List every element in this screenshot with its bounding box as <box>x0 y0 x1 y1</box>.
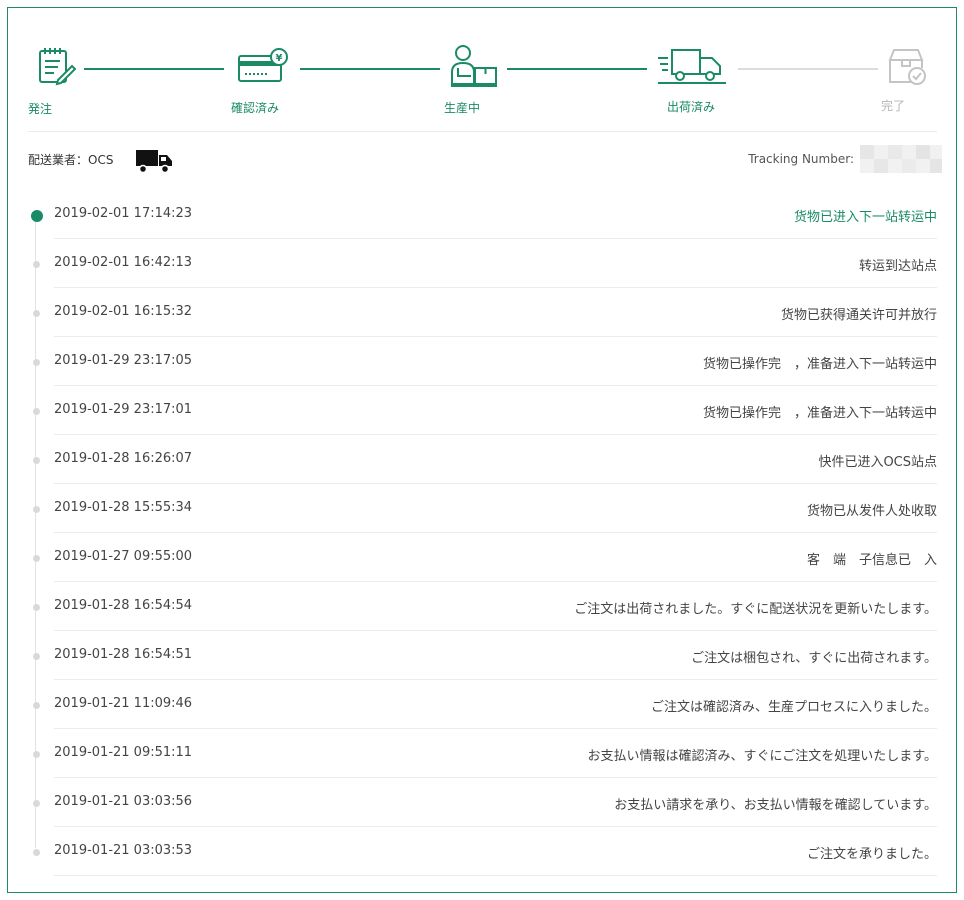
event-timestamp: 2019-02-01 16:15:32 <box>54 304 193 319</box>
timeline-dot <box>33 457 40 464</box>
svg-text:¥: ¥ <box>276 53 283 64</box>
timeline-dot <box>33 506 40 513</box>
timeline-row: 2019-01-27 09:55:00 客 端 子信息已 入 <box>33 533 937 582</box>
event-timestamp: 2019-01-21 11:09:46 <box>54 696 193 711</box>
event-description: ご注文は出荷されました。すぐに配送状況を更新いたします。 <box>574 602 937 617</box>
event-description: 货物已操作完 ，准备进入下一站转运中 <box>702 406 937 421</box>
step-connector <box>507 68 647 70</box>
timeline-dot <box>33 800 40 807</box>
timeline-dot <box>33 261 40 268</box>
order-progress-steps: 発注 ¥ 確認済み 生産中 出荷済み 完了 <box>8 8 958 133</box>
order-form-icon <box>39 48 76 86</box>
tracking-number-label: Tracking Number: <box>748 152 854 166</box>
event-timestamp: 2019-01-27 09:55:00 <box>54 549 193 564</box>
timeline-row: 2019-02-01 16:15:32 货物已获得通关许可并放行 <box>33 288 937 337</box>
event-description: お支払い情報は確認済み、すぐにご注文を処理いたします。 <box>587 749 937 764</box>
event-description: 转运到达站点 <box>858 259 937 274</box>
event-timestamp: 2019-01-21 03:03:56 <box>54 794 193 809</box>
step-label-confirmed: 確認済み <box>231 101 280 115</box>
timeline-dot <box>33 359 40 366</box>
event-description: ご注文を承りました。 <box>806 847 937 862</box>
event-description: お支払い請求を承り、お支払い情報を確認しています。 <box>614 798 937 813</box>
timeline-dot <box>33 408 40 415</box>
event-timestamp: 2019-01-29 23:17:01 <box>54 402 193 417</box>
step-label-order: 発注 <box>28 102 53 116</box>
event-timestamp: 2019-02-01 17:14:23 <box>54 206 193 221</box>
event-description: 货物已进入下一站转运中 <box>793 210 937 225</box>
step-connector <box>300 68 440 70</box>
truck-icon <box>136 150 172 174</box>
event-description: 客 端 子信息已 入 <box>806 553 937 568</box>
event-timestamp: 2019-01-21 03:03:53 <box>54 843 193 858</box>
step-label-complete: 完了 <box>881 99 906 113</box>
timeline-dot <box>33 604 40 611</box>
event-timestamp: 2019-01-28 16:26:07 <box>54 451 193 466</box>
timeline-row: 2019-01-28 16:26:07 快件已进入OCS站点 <box>33 435 937 484</box>
timeline-row: 2019-01-21 03:03:53 ご注文を承りました。 <box>33 827 937 876</box>
step-connector <box>738 68 878 70</box>
timeline-current-dot <box>31 210 43 222</box>
timeline-row: 2019-01-28 16:54:51 ご注文は梱包され、すぐに出荷されます。 <box>33 631 937 680</box>
timeline-row: 2019-01-29 23:17:01 货物已操作完 ，准备进入下一站转运中 <box>33 386 937 435</box>
section-divider <box>28 131 937 132</box>
step-connector <box>84 68 224 70</box>
worker-package-icon <box>451 45 497 87</box>
event-description: 货物已获得通关许可并放行 <box>780 308 937 323</box>
timeline-dot <box>33 751 40 758</box>
event-description: ご注文は確認済み、生産プロセスに入りました。 <box>650 700 937 715</box>
timeline-row: 2019-02-01 17:14:23 货物已进入下一站转运中 <box>31 190 937 239</box>
timeline-dot <box>33 849 40 856</box>
event-timestamp: 2019-01-28 15:55:34 <box>54 500 193 515</box>
timeline-row: 2019-01-28 15:55:34 货物已从发件人处收取 <box>33 484 937 533</box>
step-label-shipped: 出荷済み <box>667 100 716 114</box>
timeline-dot <box>33 702 40 709</box>
timeline-dot <box>33 653 40 660</box>
event-description: 货物已操作完 ，准备进入下一站转运中 <box>702 357 937 372</box>
event-description: 货物已从发件人处收取 <box>806 504 937 519</box>
delivery-truck-icon <box>658 49 726 84</box>
timeline-row: 2019-01-21 09:51:11 お支払い情報は確認済み、すぐにご注文を処理… <box>33 729 937 778</box>
event-timestamp: 2019-02-01 16:42:13 <box>54 255 193 270</box>
tracking-number-redacted <box>860 145 942 173</box>
event-timestamp: 2019-01-21 09:51:11 <box>54 745 193 760</box>
timeline-row: 2019-01-29 23:17:05 货物已操作完 ，准备进入下一站转运中 <box>33 337 937 386</box>
box-check-icon <box>888 49 926 85</box>
event-timestamp: 2019-01-29 23:17:05 <box>54 353 193 368</box>
event-timestamp: 2019-01-28 16:54:51 <box>54 647 193 662</box>
timeline-row: 2019-01-21 03:03:56 お支払い請求を承り、お支払い情報を確認して… <box>33 778 937 827</box>
timeline-dot <box>33 310 40 317</box>
timeline-row: 2019-01-21 11:09:46 ご注文は確認済み、生産プロセスに入りました… <box>33 680 937 729</box>
shipment-tracking-panel: 発注 ¥ 確認済み 生産中 出荷済み 完了 配送業者：OCS Tracking … <box>7 7 957 893</box>
timeline-row: 2019-02-01 16:42:13 转运到达站点 <box>33 239 937 288</box>
timeline-row: 2019-01-28 16:54:54 ご注文は出荷されました。すぐに配送状況を更… <box>33 582 937 631</box>
event-timestamp: 2019-01-28 16:54:54 <box>54 598 193 613</box>
timeline-dot <box>33 555 40 562</box>
step-label-production: 生産中 <box>444 101 481 115</box>
event-description: 快件已进入OCS站点 <box>818 455 937 470</box>
payment-card-icon: ¥ <box>238 48 288 82</box>
carrier-label: 配送業者：OCS <box>28 153 114 167</box>
event-description: ご注文は梱包され、すぐに出荷されます。 <box>691 651 937 666</box>
